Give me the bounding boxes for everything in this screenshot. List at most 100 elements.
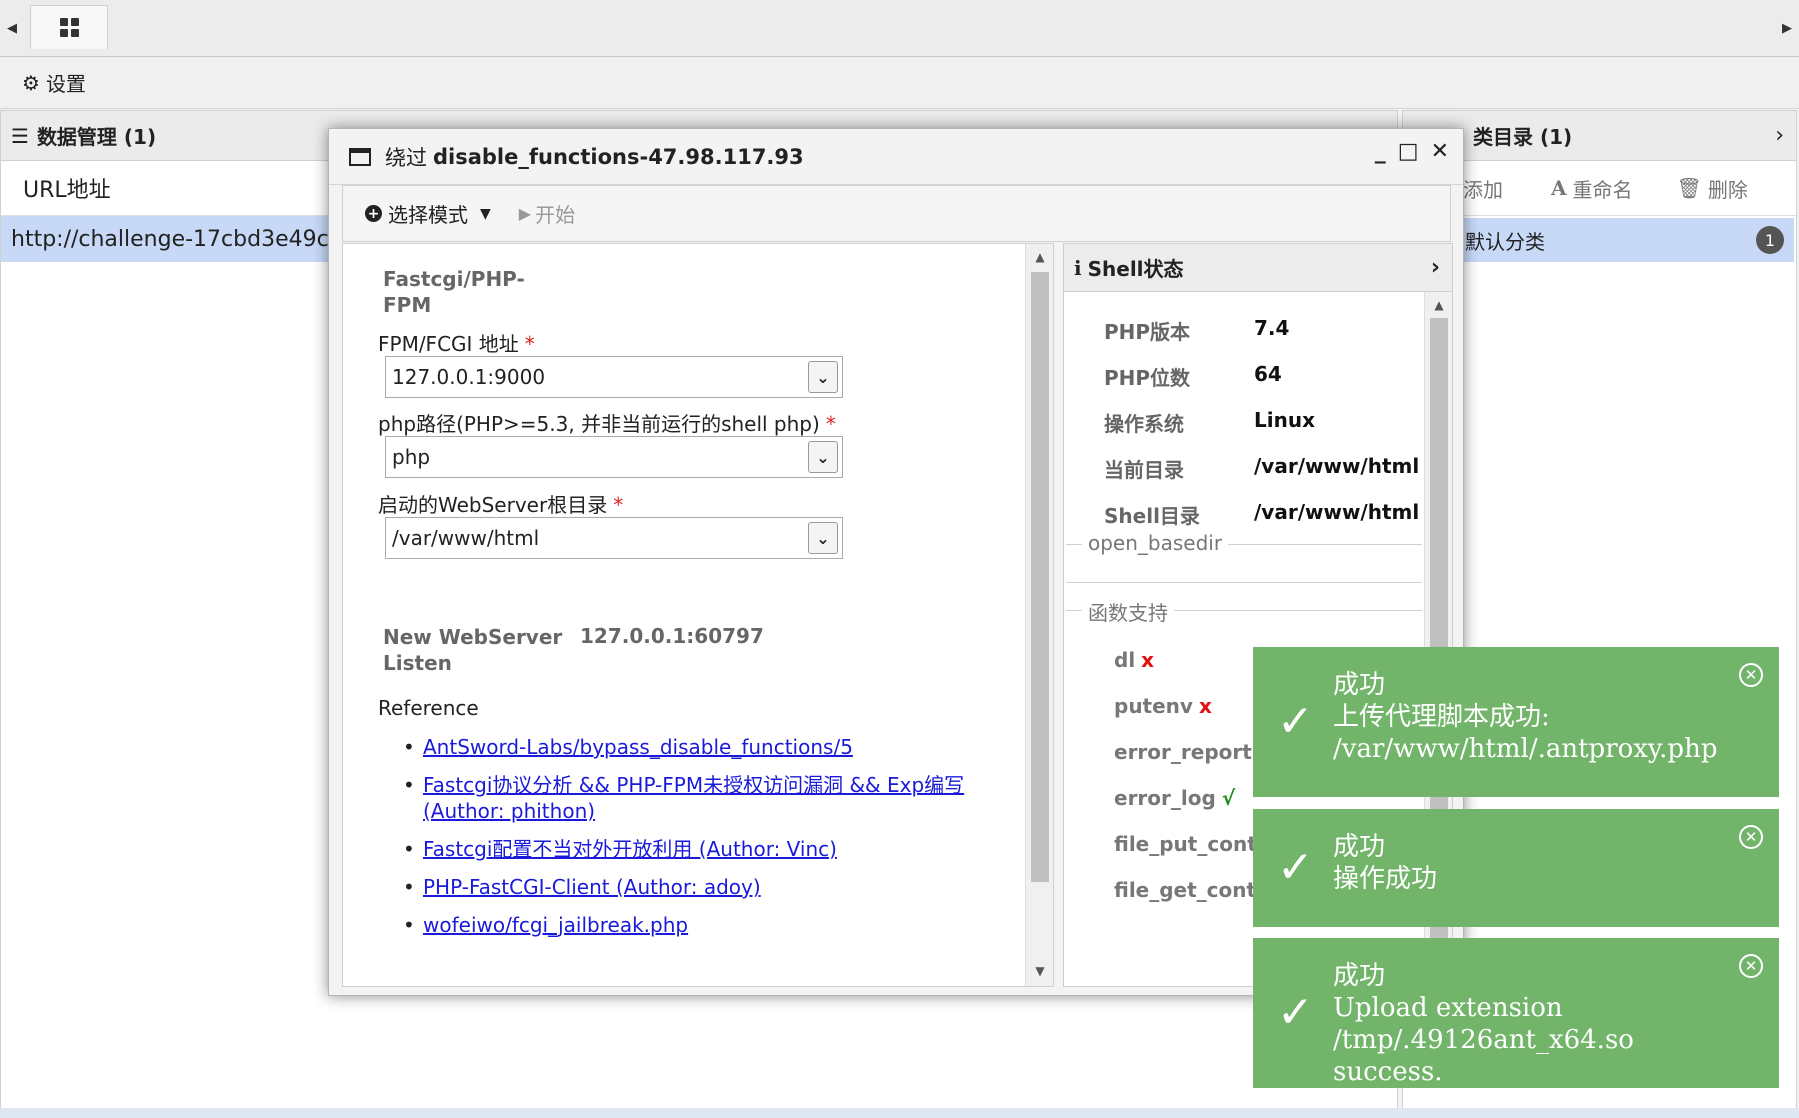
font-icon: A [1551,176,1567,200]
section-title: Fastcgi/PHP-FPM [383,267,525,317]
status-key: 当前目录 [1104,458,1184,482]
function-name: error_log [1114,786,1216,810]
php-path-select[interactable]: php ⌄ [385,436,843,478]
data-panel-title: 数据管理 (1) [36,125,157,149]
close-icon[interactable]: ✕ [1431,139,1449,164]
scroll-up-icon[interactable]: ▲ [1425,298,1452,312]
settings-link[interactable]: 设置 [46,68,86,97]
close-icon[interactable]: ✕ [1739,954,1763,978]
function-name: dl [1114,648,1136,672]
toast-message: 上传代理脚本成功: [1333,702,1550,732]
select-mode-dropdown[interactable]: + 选择模式 ▼ [365,199,491,228]
plus-circle-icon: + [365,205,382,222]
webroot-select[interactable]: /var/www/html ⌄ [385,517,843,559]
dialog-title: disable_functions-47.98.117.93 [433,144,804,169]
status-row: 当前目录/var/www/html [1104,454,1419,483]
start-button[interactable]: ▶ 开始 [519,199,575,228]
reference-link[interactable]: PHP-FastCGI-Client (Author: adoy) [403,874,983,900]
success-toast: ✓ ✕ 成功 Upload extension /tmp/.49126ant_x… [1253,938,1779,1088]
chevron-down-icon[interactable]: ⌄ [808,522,838,554]
scroll-thumb[interactable] [1031,272,1049,882]
check-icon: √ [1221,786,1236,810]
check-icon: ✓ [1277,987,1314,1038]
fpm-address-label: FPM/FCGI 地址 * [378,328,535,357]
rename-category-button[interactable]: A 重命名 [1551,174,1633,203]
chevron-right-icon[interactable]: › [1775,123,1784,148]
add-category-button[interactable]: 添加 [1463,174,1503,203]
function-support-legend: 函数支持 [1082,597,1174,626]
divider [1066,582,1422,583]
required-asterisk: * [524,332,535,356]
fpm-address-select[interactable]: 127.0.0.1:9000 ⌄ [385,356,843,398]
required-asterisk: * [825,412,836,436]
reference-link[interactable]: AntSword-Labs/bypass_disable_functions/5 [403,734,983,760]
function-row: dl x [1114,648,1154,672]
taskbar [0,1108,1799,1118]
dialog-titlebar[interactable]: 绕过 disable_functions-47.98.117.93 _ □ ✕ [329,129,1463,185]
fpm-address-text: FPM/FCGI 地址 [378,332,519,356]
form-scrollbar[interactable]: ▲ ▼ [1025,244,1053,986]
open-basedir-legend: open_basedir [1082,531,1229,555]
reference-link[interactable]: Fastcgi配置不当对外开放利用 (Author: Vinc) [403,836,983,862]
reference-list: AntSword-Labs/bypass_disable_functions/5… [403,734,983,938]
status-value: 64 [1254,362,1282,386]
dialog-toolbar: + 选择模式 ▼ ▶ 开始 [342,185,1451,242]
delete-label: 删除 [1707,177,1748,202]
listen-value: 127.0.0.1:60797 [580,624,764,648]
function-name: putenv [1114,694,1193,718]
status-value: 7.4 [1254,316,1290,340]
minimize-icon[interactable]: _ [1375,139,1386,164]
php-path-text: php路径(PHP>=5.3, 并非当前运行的shell php) [378,412,820,436]
check-icon: ✓ [1277,696,1314,747]
window-icon [349,147,371,166]
function-row: putenv x [1114,694,1212,718]
chevron-down-icon[interactable]: ⌄ [808,361,838,393]
status-key: PHP位数 [1104,366,1191,390]
delete-category-button[interactable]: 🗑 删除 [1677,174,1748,203]
listen-label: New WebServer Listen [383,625,563,675]
toast-title: 成功 [1333,961,1386,991]
reference-link[interactable]: Fastcgi协议分析 && PHP-FPM未授权访问漏洞 && Exp编写 (… [403,772,983,824]
success-toast: ✓ ✕ 成功 操作成功 [1253,809,1779,927]
status-key: Shell目录 [1104,504,1200,528]
scroll-right-arrow-icon[interactable]: ▶ [1775,0,1799,57]
rename-label: 重命名 [1572,177,1633,202]
list-icon: ☰ [11,123,29,148]
toast-message: 操作成功 [1333,864,1438,894]
scroll-up-icon[interactable]: ▲ [1026,250,1053,264]
select-mode-label: 选择模式 [388,203,468,227]
toast-title: 成功 [1333,670,1386,700]
status-row: PHP位数 64 [1104,362,1282,391]
status-row: Shell目录/var/www/html [1104,500,1419,529]
close-icon[interactable]: ✕ [1739,825,1763,849]
webroot-label: 启动的WebServer根目录 * [378,489,623,518]
webroot-text: 启动的WebServer根目录 [378,493,608,517]
reference-link[interactable]: wofeiwo/fcgi_jailbreak.php [403,912,983,938]
close-icon[interactable]: ✕ [1739,663,1763,687]
chevron-right-icon[interactable]: › [1431,255,1440,280]
scroll-left-arrow-icon[interactable]: ◀ [0,0,24,57]
shell-status-header[interactable]: i Shell状态 › [1064,244,1452,292]
php-path-value: php [392,445,431,469]
toast-message: Upload extension [1333,993,1563,1023]
maximize-icon[interactable]: □ [1398,139,1419,164]
dialog-title-prefix: 绕过 [385,145,427,170]
shell-status-title: Shell状态 [1087,257,1184,281]
category-panel-title: 类目录 (1) [1473,125,1573,149]
success-toast: ✓ ✕ 成功 上传代理脚本成功: /var/www/html/.antproxy… [1253,647,1779,797]
gear-icon: ⚙ [22,70,40,95]
category-label: 默认分类 [1465,229,1545,254]
cross-icon: x [1198,694,1212,718]
home-tab[interactable] [30,5,108,49]
form-pane: Fastcgi/PHP-FPM FPM/FCGI 地址 * 127.0.0.1:9… [342,243,1054,987]
start-label: 开始 [535,203,576,227]
chevron-down-icon[interactable]: ⌄ [808,441,838,473]
webroot-value: /var/www/html [392,526,540,550]
caret-down-icon: ▼ [480,205,491,222]
status-key: 操作系统 [1104,412,1184,436]
scroll-down-icon[interactable]: ▼ [1026,964,1053,978]
settings-bar: ⚙ 设置 [0,57,1799,109]
status-value: /var/www/html [1254,500,1420,524]
reference-title: Reference [378,696,479,720]
play-icon: ▶ [518,204,532,223]
